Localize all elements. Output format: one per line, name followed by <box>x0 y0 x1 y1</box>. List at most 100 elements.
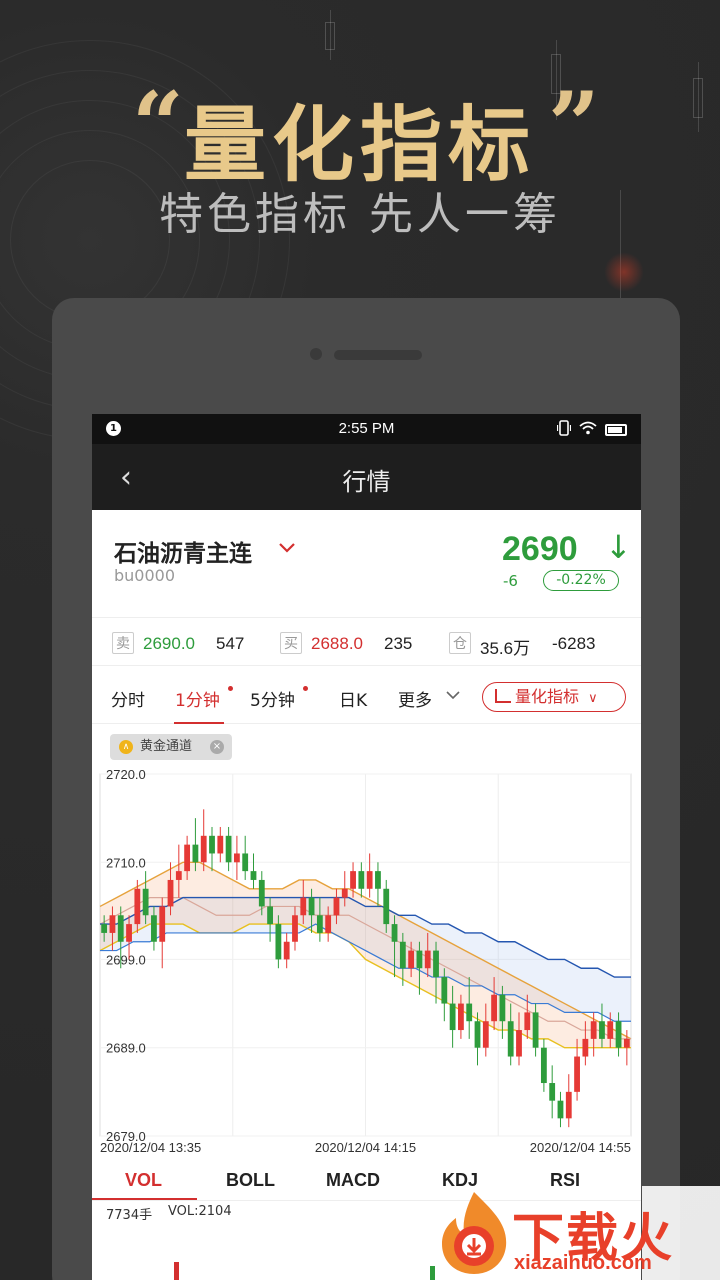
sell-price: 2690.0 <box>143 634 195 653</box>
candle-body <box>590 1021 597 1039</box>
candle-body <box>441 977 448 1004</box>
candle-body <box>333 897 340 916</box>
tab-daily[interactable]: 日K <box>339 686 367 711</box>
symbol-code: bu0000 <box>114 566 176 585</box>
candle-body <box>184 844 191 872</box>
candle-body <box>540 1047 547 1084</box>
candle-body <box>192 844 199 863</box>
sell-tag: 卖 <box>112 632 134 654</box>
watermark: 下载火 xiazaihuo.com <box>428 1186 720 1280</box>
y-tick-label: 2689.0 <box>106 1041 146 1056</box>
tab-vol[interactable]: VOL <box>125 1170 162 1191</box>
arrow-down-icon: ↓ <box>605 528 632 566</box>
candle-body <box>300 897 307 916</box>
candle-body <box>151 915 157 942</box>
tab-timeshare[interactable]: 分时 <box>111 686 145 711</box>
volume-bar <box>174 1262 179 1280</box>
candle-body <box>524 1012 531 1031</box>
candle-body <box>615 1021 622 1048</box>
candle-body <box>366 871 373 889</box>
candle-body <box>358 871 365 889</box>
tab-more[interactable]: 更多 <box>398 686 432 711</box>
x-tick-label: 2020/12/04 14:15 <box>315 1140 416 1155</box>
camera-dot <box>310 348 322 360</box>
candle-body <box>316 915 323 933</box>
symbol-name[interactable]: 石油沥青主连 <box>114 534 252 568</box>
candle-body <box>250 871 257 880</box>
chip-label: 黄金通道 <box>140 739 193 754</box>
candlestick-chart[interactable]: 2720.02710.02699.02689.02679.02020/12/04… <box>98 766 635 1156</box>
candle-body <box>466 1003 473 1022</box>
candle-body <box>101 924 108 933</box>
candle-body <box>109 915 116 933</box>
candle-body <box>350 871 356 889</box>
candle-body <box>159 906 166 942</box>
chevron-down-icon: ∨ <box>588 691 598 706</box>
candle-body <box>142 888 149 916</box>
buy-price: 2688.0 <box>311 634 363 653</box>
sell-volume: 547 <box>216 634 245 653</box>
price-change-percent: -0.22% <box>543 570 619 591</box>
quant-indicator-button[interactable]: 量化指标 ∨ <box>482 682 626 712</box>
promo-subtitle: 特色指标 先人一筹 <box>159 189 561 240</box>
open-interest: 35.6万 <box>480 639 531 658</box>
candle-body <box>292 915 298 942</box>
page-title: 行情 <box>342 468 391 496</box>
candle-body <box>607 1021 614 1039</box>
nav-bar: ‹ 行情 <box>92 444 641 510</box>
tab-5min[interactable]: 5分钟 <box>250 686 295 711</box>
symbol-dropdown-icon[interactable] <box>278 538 296 559</box>
candle-body <box>574 1056 580 1092</box>
candle-body <box>416 950 423 969</box>
indicator-chip[interactable]: ∧ 黄金通道 × <box>110 734 232 760</box>
candle-body <box>499 994 506 1022</box>
candle-body <box>557 1100 564 1119</box>
volume-value: VOL:2104 <box>168 1204 232 1219</box>
chevron-down-icon[interactable] <box>446 688 460 704</box>
close-icon[interactable]: × <box>210 740 224 754</box>
candle-body <box>267 906 273 925</box>
buy-volume: 235 <box>384 634 413 653</box>
tab-boll[interactable]: BOLL <box>226 1170 275 1191</box>
candle-body <box>217 835 224 854</box>
watermark-url: xiazaihuo.com <box>514 1252 652 1274</box>
battery-icon <box>605 424 627 436</box>
candle-body <box>117 915 124 942</box>
tab-5min-dot <box>303 686 308 691</box>
candle-body <box>482 1021 489 1048</box>
candle-body <box>134 888 141 925</box>
open-interest-tag: 仓 <box>449 632 471 654</box>
last-price: 2690 <box>502 530 578 568</box>
volume-max-label: 7734手 <box>106 1208 153 1223</box>
wifi-icon <box>579 421 597 439</box>
candle-body <box>391 924 398 942</box>
gold-channel-icon: ∧ <box>119 740 133 754</box>
candle-body <box>516 1030 522 1057</box>
candle-body <box>458 1003 464 1031</box>
tab-1min[interactable]: 1分钟 <box>175 686 220 711</box>
candle-body <box>507 1021 514 1057</box>
open-interest-change: -6283 <box>552 634 596 653</box>
candle-body <box>175 871 182 880</box>
candle-body <box>126 924 132 942</box>
vibrate-icon <box>556 420 572 440</box>
candle-body <box>491 994 498 1022</box>
tab-active-underline <box>174 722 224 724</box>
candle-body <box>283 941 290 960</box>
candle-body <box>258 879 265 907</box>
candle-body <box>341 888 348 898</box>
chart-line-icon <box>495 689 511 703</box>
candle-body <box>599 1021 605 1039</box>
candle-body <box>424 950 431 969</box>
quote-header: 石油沥青主连 bu0000 2690 ↓ -6 -0.22% <box>92 510 641 618</box>
x-tick-label: 2020/12/04 14:55 <box>530 1140 631 1155</box>
order-book-row: 卖 2690.0 547 买 2688.0 235 仓 35.6万 -6283 <box>92 618 641 666</box>
candle-body <box>200 835 207 863</box>
candle-body <box>408 950 415 969</box>
app-screen: 1 2:55 PM ‹ 行情 石油沥青主连 bu0000 2690 ↓ -6 -… <box>92 414 641 1280</box>
candle-body <box>565 1091 572 1119</box>
tab-macd[interactable]: MACD <box>326 1170 380 1191</box>
status-bar: 1 2:55 PM <box>92 414 641 444</box>
x-tick-label: 2020/12/04 13:35 <box>100 1140 201 1155</box>
quant-indicator-label: 量化指标 <box>515 687 580 706</box>
